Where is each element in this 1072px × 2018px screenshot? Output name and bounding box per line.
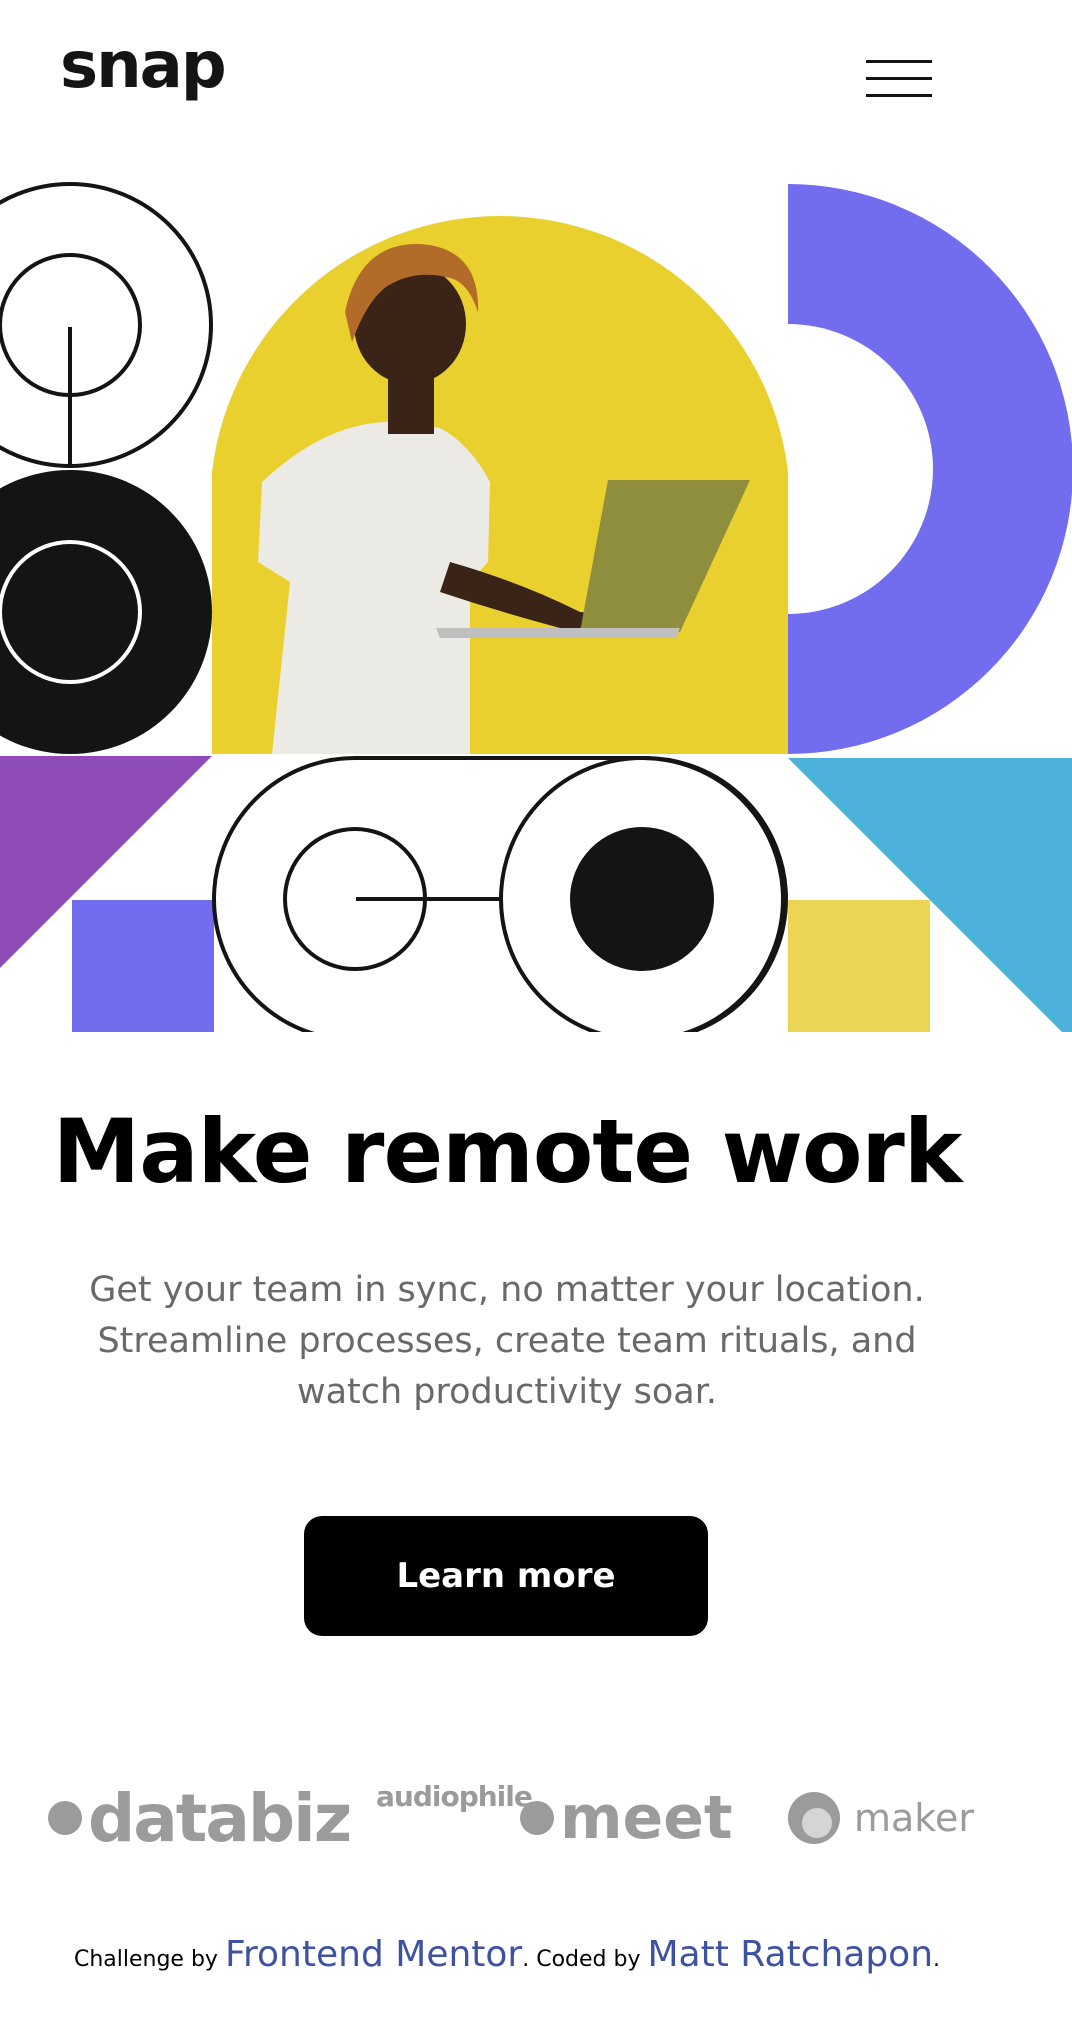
client-logo-maker: maker [788, 1788, 974, 1848]
outline-circle-shape [0, 182, 213, 468]
hero-illustration [0, 182, 1072, 1032]
purple-half-ring-shape [788, 184, 1072, 754]
logo[interactable]: snap [60, 34, 227, 98]
maker-mark-icon [788, 1792, 840, 1844]
client-logo-meet: meet [520, 1780, 733, 1856]
databiz-dot-icon [48, 1801, 82, 1835]
attribution: Challenge by Frontend Mentor. Coded by M… [73, 1934, 941, 1975]
frontend-mentor-link[interactable]: Frontend Mentor [225, 1934, 522, 1975]
hero-subtext: Get your team in sync, no matter your lo… [89, 1270, 925, 1412]
black-circle-shape [0, 470, 212, 754]
purple-square-shape [72, 900, 214, 1032]
learn-more-button[interactable]: Learn more [304, 1516, 708, 1636]
client-logos: databiz audiophile meet maker [0, 1780, 1072, 1860]
hero-art [0, 182, 1072, 1032]
page-title: Make remote work [52, 1100, 963, 1203]
author-link[interactable]: Matt Ratchapon [647, 1934, 933, 1975]
black-dot-shape [570, 827, 714, 971]
site-header: snap [0, 0, 1072, 160]
hamburger-menu-icon[interactable] [866, 58, 932, 98]
meet-dots-icon [520, 1801, 554, 1835]
client-logo-databiz: databiz [48, 1780, 352, 1857]
yellow-square-shape [788, 900, 930, 1032]
client-logo-audiophile: audiophile [376, 1780, 533, 1813]
